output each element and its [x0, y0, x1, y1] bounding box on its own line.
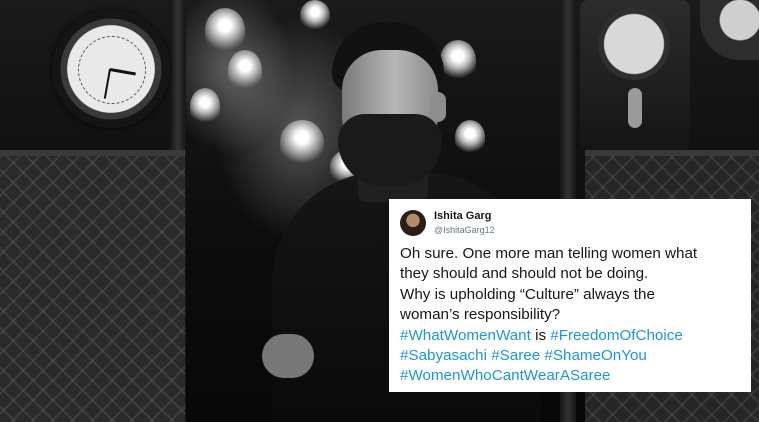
hashtag-link[interactable]: #WhatWomenWant	[400, 327, 531, 344]
tweet-card: Ishita Garg @IshitaGarg12 Oh sure. One m…	[389, 199, 751, 392]
tweet-text-line: Oh sure. One more man telling women what	[400, 245, 698, 262]
chandelier-lamp	[228, 50, 262, 90]
hashtag-line: #WomenWhoCantWearASaree	[400, 366, 745, 386]
hashtag-line: #WhatWomenWant is #FreedomOfChoice	[400, 326, 745, 346]
tweet-text-line: they should and should not be doing.	[400, 265, 649, 283]
wall-clock-far-right	[700, 0, 759, 60]
tweet-text-line: Why is upholding “Culture” always the	[400, 285, 655, 303]
hashtag-link[interactable]: #WomenWhoCantWearASaree	[400, 367, 610, 384]
chandelier-lamp	[190, 88, 220, 124]
carved-wall-panel-left	[0, 150, 185, 422]
chandelier-lamp	[205, 8, 245, 52]
hashtag-line: #Sabyasachi #Saree #ShameOnYou	[400, 346, 745, 366]
hashtag-link[interactable]: #ShameOnYou	[544, 347, 646, 364]
author-handle[interactable]: @IshitaGarg12	[434, 225, 495, 235]
hashtag-link[interactable]: #FreedomOfChoice	[550, 327, 683, 344]
pendulum-clock-right	[580, 0, 690, 150]
wall-clock-left	[52, 10, 170, 128]
tweet-text-connector: is	[530, 326, 551, 344]
hashtag-link[interactable]: #Sabyasachi	[400, 347, 487, 364]
author-name[interactable]: Ishita Garg	[434, 210, 491, 222]
tweet-text-line: woman’s responsibility?	[400, 306, 561, 324]
avatar[interactable]	[400, 210, 426, 236]
tweet-text: Oh sure. One more man telling women what…	[400, 244, 745, 387]
hashtag-link[interactable]: #Saree	[491, 347, 540, 364]
